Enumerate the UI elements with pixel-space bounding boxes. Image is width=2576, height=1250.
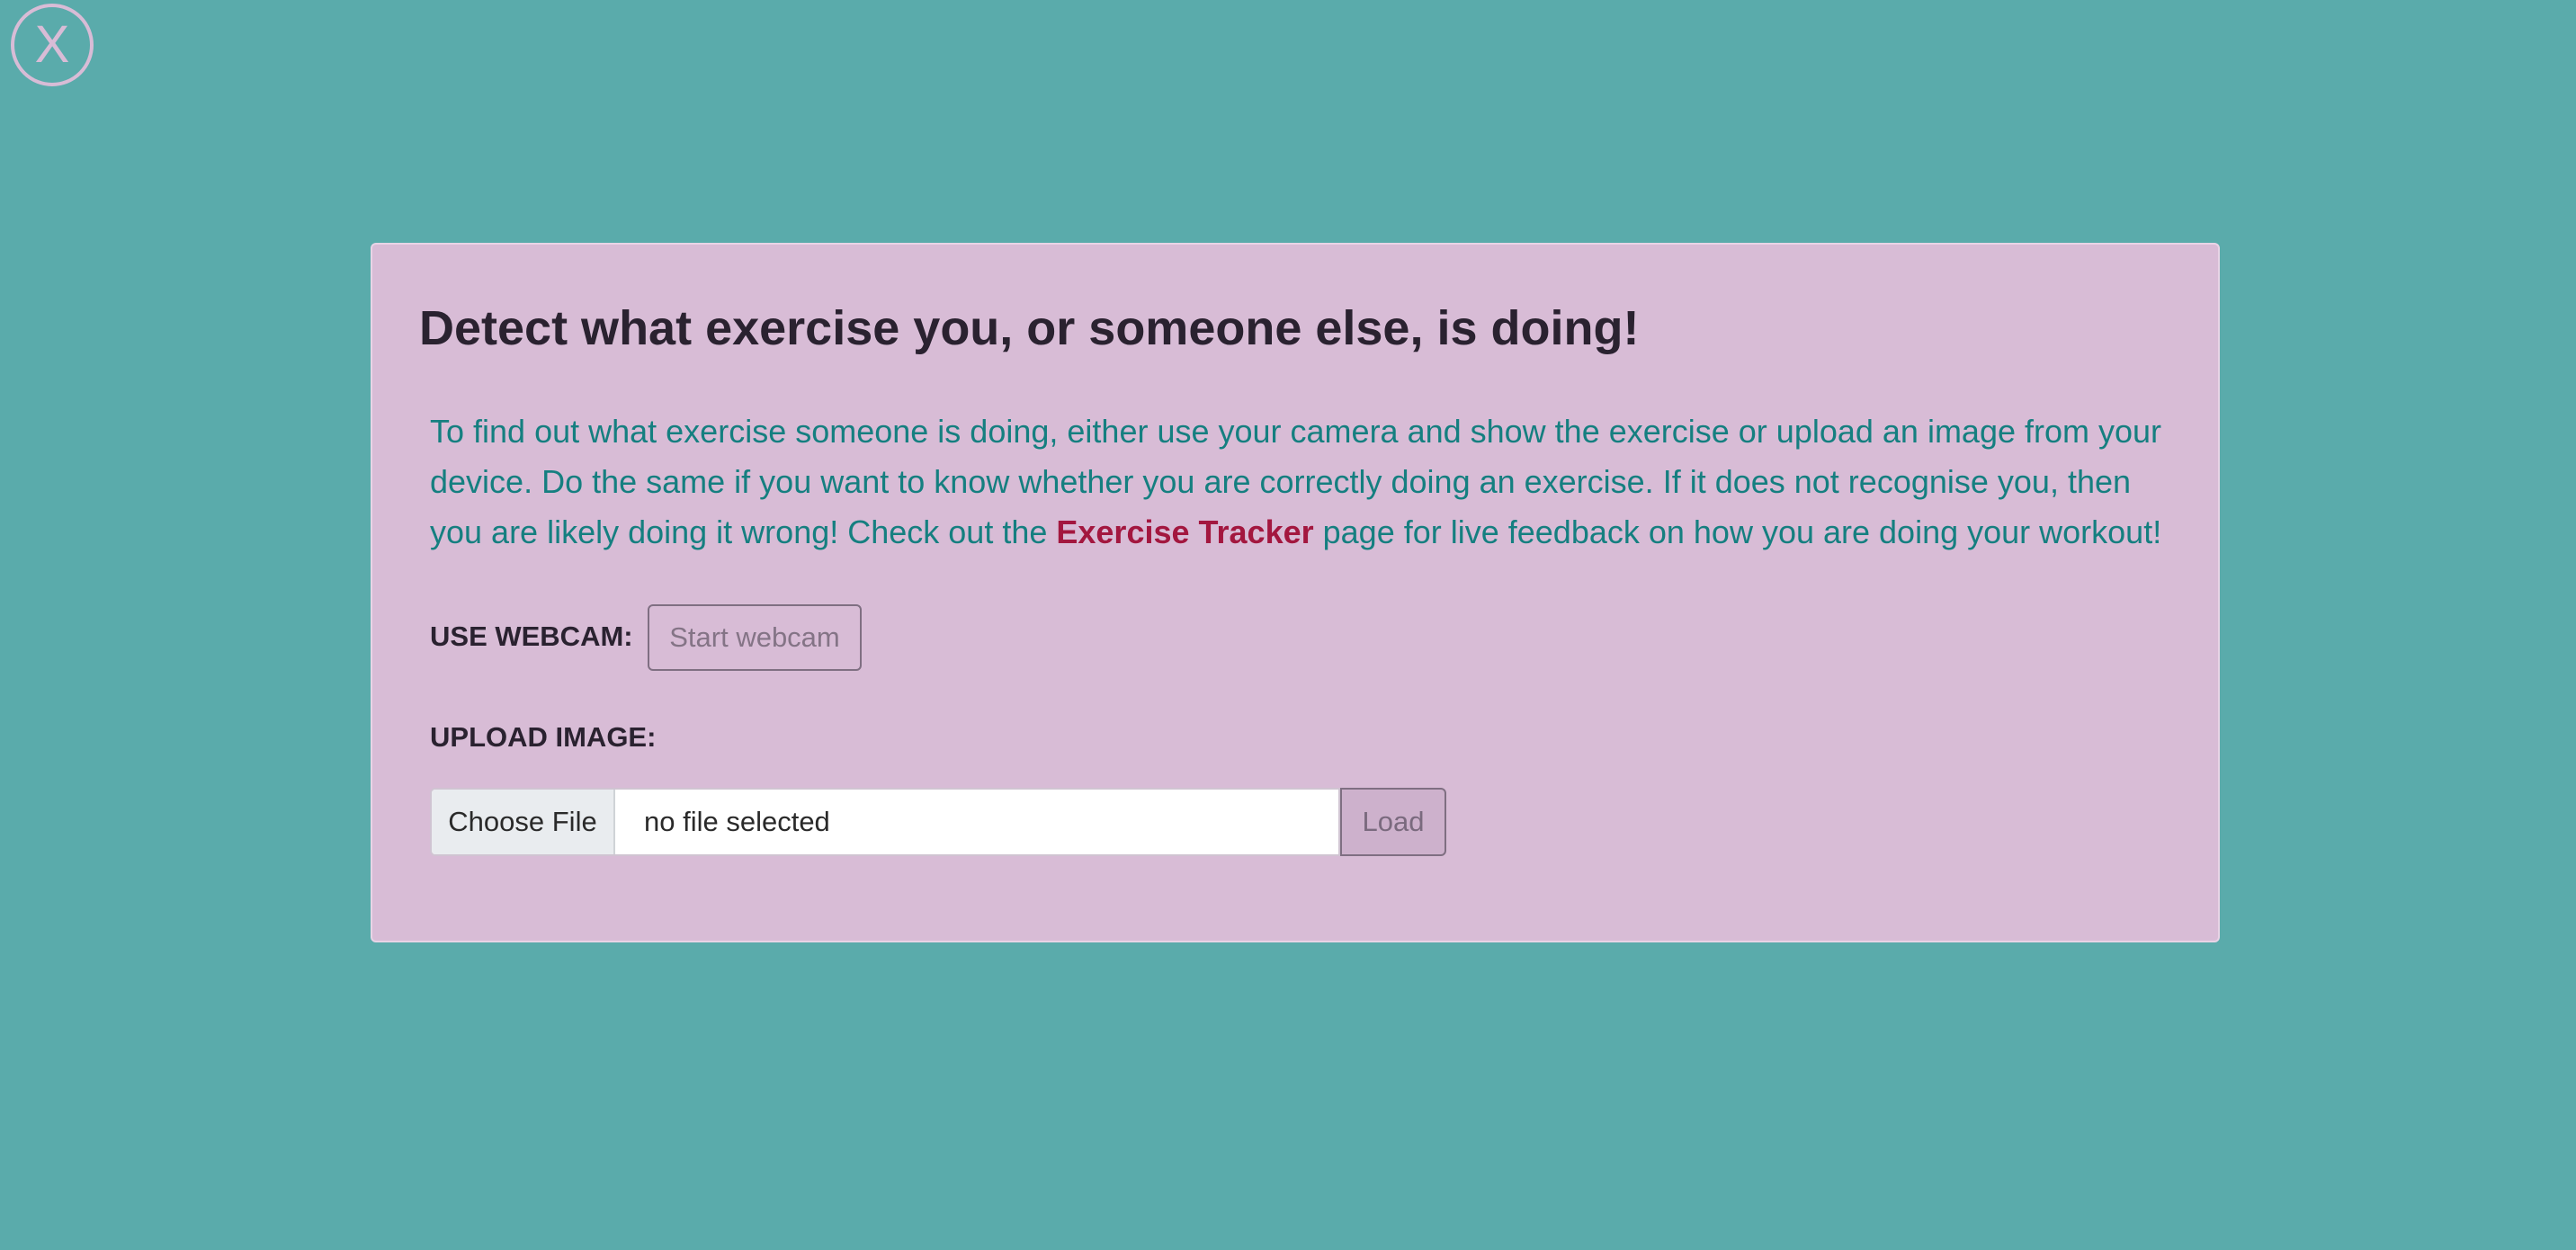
file-status-text: no file selected: [644, 806, 830, 837]
exercise-tracker-link[interactable]: Exercise Tracker: [1056, 513, 1313, 550]
close-button[interactable]: X: [11, 4, 94, 86]
page-title: Detect what exercise you, or someone els…: [419, 301, 1640, 355]
close-icon: X: [34, 15, 70, 74]
file-input[interactable]: Choose File no file selected: [430, 788, 1340, 856]
choose-file-button[interactable]: Choose File: [432, 790, 615, 854]
intro-paragraph: To find out what exercise someone is doi…: [430, 406, 2175, 558]
start-webcam-button[interactable]: Start webcam: [648, 604, 862, 671]
exercise-detection-card: Detect what exercise you, or someone els…: [371, 243, 2220, 942]
upload-image-label: UPLOAD IMAGE:: [430, 721, 657, 753]
webcam-label: USE WEBCAM:: [430, 621, 633, 652]
load-button[interactable]: Load: [1340, 788, 1446, 856]
intro-text-after: page for live feedback on how you are do…: [1313, 513, 2162, 550]
